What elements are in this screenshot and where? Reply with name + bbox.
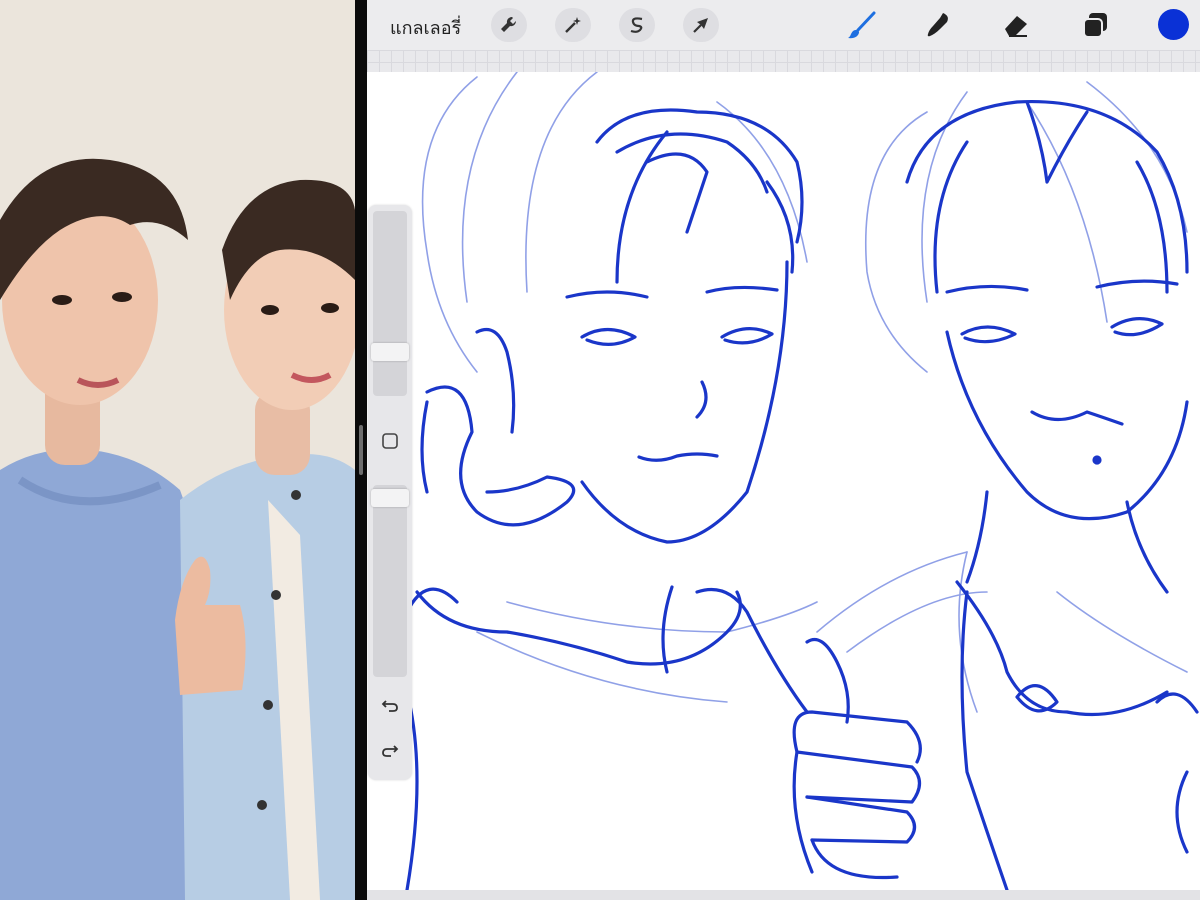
brush-size-slider[interactable]	[371, 211, 409, 396]
adjustments-button[interactable]	[555, 8, 591, 42]
brush-size-thumb[interactable]	[371, 343, 409, 361]
modify-button[interactable]	[378, 429, 402, 453]
thumbs-up-hand-strokes	[792, 637, 922, 880]
drawing-app: แกลเลอรี่	[367, 0, 1200, 900]
drawing-canvas[interactable]	[367, 72, 1200, 890]
selection-button[interactable]	[619, 8, 655, 42]
sketch-guide-lines	[421, 72, 1188, 713]
brush-icon	[848, 11, 876, 39]
redo-button[interactable]	[378, 738, 402, 762]
undo-icon	[381, 700, 398, 712]
color-picker-button[interactable]	[1158, 9, 1189, 40]
actions-button[interactable]	[491, 8, 527, 42]
undo-button[interactable]	[378, 693, 402, 717]
redo-icon	[382, 745, 399, 757]
wrench-icon	[501, 16, 517, 32]
left-figure-strokes	[405, 108, 809, 890]
sketch-artwork	[405, 72, 1199, 890]
brush-tool-button[interactable]	[845, 8, 879, 42]
smudge-tool-button[interactable]	[921, 8, 955, 42]
layers-button[interactable]	[1078, 8, 1112, 42]
modify-square-icon	[382, 433, 398, 449]
brush-sidebar	[368, 205, 412, 780]
arrow-cursor-icon	[693, 18, 708, 33]
right-figure-strokes	[905, 99, 1199, 890]
gallery-button[interactable]: แกลเลอรี่	[390, 13, 461, 42]
canvas-grid-edge	[367, 50, 1200, 72]
layers-icon	[1083, 13, 1107, 38]
opacity-slider[interactable]	[371, 485, 409, 677]
selection-s-icon	[630, 17, 643, 33]
magic-wand-icon	[565, 17, 581, 33]
smudge-icon	[927, 13, 948, 37]
canvas-bottom-edge	[367, 890, 1200, 900]
reference-photo-illustration	[0, 0, 355, 900]
opacity-thumb[interactable]	[371, 489, 409, 507]
reference-photo	[0, 0, 355, 900]
eraser-icon	[1005, 16, 1027, 37]
eraser-tool-button[interactable]	[999, 8, 1033, 42]
split-view-handle[interactable]	[359, 425, 363, 475]
top-toolbar: แกลเลอรี่	[367, 0, 1200, 50]
transform-button[interactable]	[683, 8, 719, 42]
